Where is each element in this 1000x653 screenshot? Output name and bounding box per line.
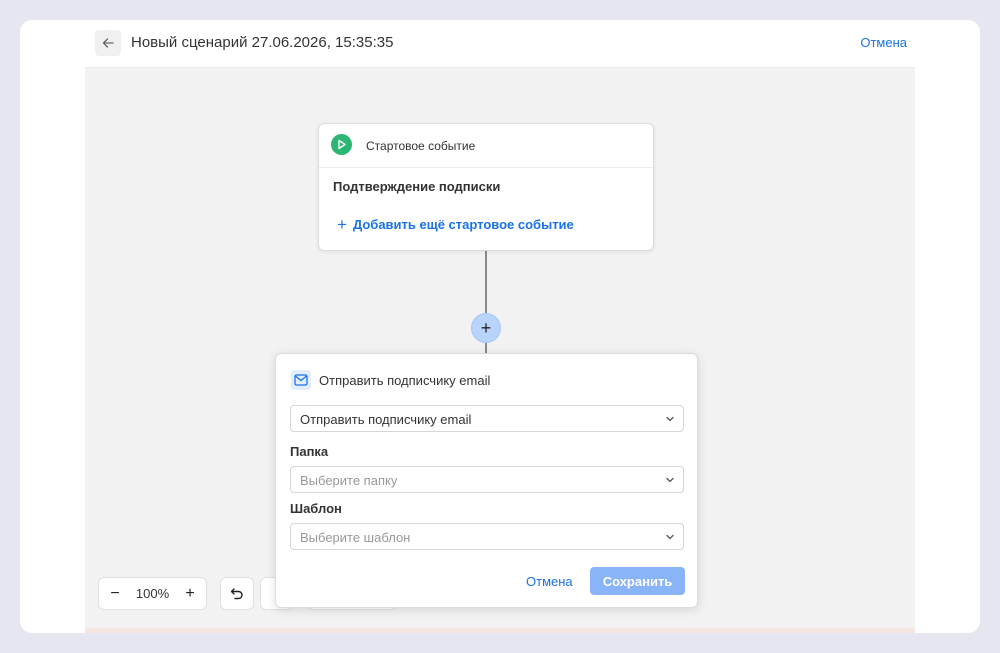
start-node-header: Стартовое событие (319, 124, 653, 168)
scenario-editor: Новый сценарий 27.06.2026, 15:35:35 Отме… (85, 20, 915, 633)
start-event-name: Подтверждение подписки (333, 179, 501, 194)
plus-icon: + (337, 215, 347, 234)
template-label: Шаблон (290, 501, 342, 516)
chevron-down-icon (666, 416, 674, 422)
chevron-down-icon (666, 477, 674, 483)
page-title: Новый сценарий 27.06.2026, 15:35:35 (131, 34, 394, 51)
action-type-value: Отправить подписчику email (300, 412, 472, 427)
play-icon (331, 134, 352, 155)
zoom-in-button[interactable]: + (182, 585, 198, 603)
undo-button[interactable] (220, 577, 254, 610)
add-start-event-label: Добавить ещё стартовое событие (352, 217, 574, 232)
save-button[interactable]: Сохранить (590, 567, 685, 595)
mail-icon (291, 370, 311, 390)
zoom-level: 100% (135, 586, 170, 601)
zoom-out-button[interactable]: − (107, 585, 123, 603)
editor-header: Новый сценарий 27.06.2026, 15:35:35 Отме… (85, 20, 915, 68)
folder-placeholder: Выберите папку (300, 473, 398, 488)
add-start-event-button[interactable]: + Добавить ещё стартовое событие (337, 215, 574, 234)
start-node-label: Стартовое событие (366, 139, 476, 153)
bottom-strip (85, 628, 915, 633)
panel-title: Отправить подписчику email (319, 373, 491, 388)
arrow-left-icon (102, 38, 114, 48)
start-event-node[interactable]: Стартовое событие Подтверждение подписки… (318, 123, 654, 251)
template-placeholder: Выберите шаблон (300, 530, 411, 545)
add-step-button[interactable]: + (471, 313, 501, 343)
action-type-select[interactable]: Отправить подписчику email (290, 405, 684, 432)
folder-select[interactable]: Выберите папку (290, 466, 684, 493)
header-cancel-link[interactable]: Отмена (860, 35, 907, 50)
zoom-control: − 100% + (98, 577, 207, 610)
undo-icon (230, 587, 243, 599)
window-frame: Новый сценарий 27.06.2026, 15:35:35 Отме… (20, 20, 980, 633)
panel-cancel-button[interactable]: Отмена (526, 574, 573, 589)
folder-label: Папка (290, 444, 329, 459)
chevron-down-icon (666, 534, 674, 540)
action-settings-panel: Отправить подписчику email Отправить под… (275, 353, 698, 608)
back-button[interactable] (95, 30, 121, 56)
template-select[interactable]: Выберите шаблон (290, 523, 684, 550)
